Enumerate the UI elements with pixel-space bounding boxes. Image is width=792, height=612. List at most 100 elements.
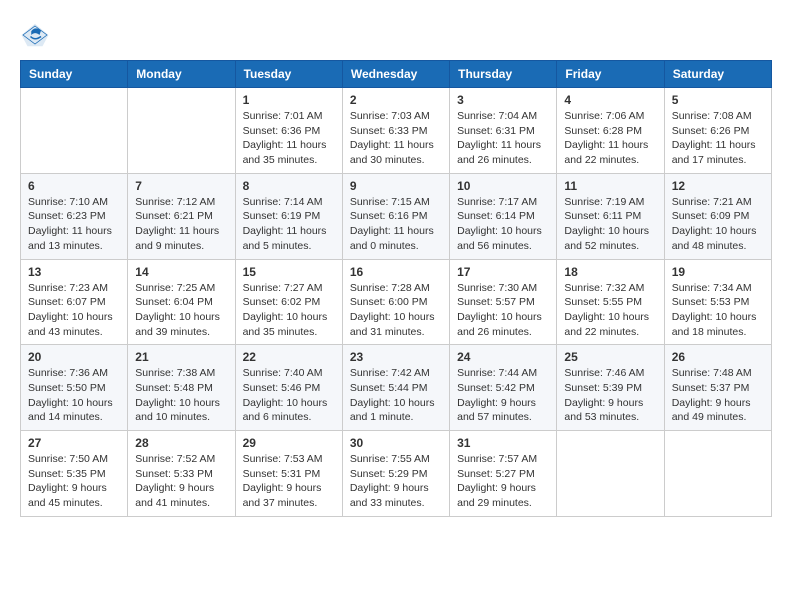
day-number: 28 bbox=[135, 436, 227, 450]
calendar-week-row: 1Sunrise: 7:01 AM Sunset: 6:36 PM Daylig… bbox=[21, 88, 772, 174]
calendar-cell: 18 Sunrise: 7:32 AM Sunset: 5:55 PM Dayli… bbox=[557, 259, 664, 345]
day-info: Sunrise: 7:53 AM Sunset: 5:31 PM Dayligh… bbox=[243, 452, 335, 511]
day-info: Sunrise: 7:36 AM Sunset: 5:50 PM Dayligh… bbox=[28, 366, 120, 425]
calendar-week-row: 6Sunrise: 7:10 AM Sunset: 6:23 PM Daylig… bbox=[21, 173, 772, 259]
day-info: Sunrise: 7:19 AM Sunset: 6:11 PM Dayligh… bbox=[564, 195, 656, 254]
day-number: 27 bbox=[28, 436, 120, 450]
calendar-cell: 26Sunrise: 7:48 AM Sunset: 5:37 PM Dayli… bbox=[664, 345, 771, 431]
day-info: Sunrise: 7:03 AM Sunset: 6:33 PM Dayligh… bbox=[350, 109, 442, 168]
calendar-cell: 9 Sunrise: 7:15 AM Sunset: 6:16 PM Daylig… bbox=[342, 173, 449, 259]
calendar-cell bbox=[557, 431, 664, 517]
calendar-header-sunday: Sunday bbox=[21, 61, 128, 88]
day-number: 25 bbox=[564, 350, 656, 364]
calendar-week-row: 27 Sunrise: 7:50 AM Sunset: 5:35 PM Dayli… bbox=[21, 431, 772, 517]
logo bbox=[20, 20, 54, 50]
day-info: Sunrise: 7:32 AM Sunset: 5:55 PM Dayligh… bbox=[564, 281, 656, 340]
day-info: Sunrise: 7:08 AM Sunset: 6:26 PM Dayligh… bbox=[672, 109, 764, 168]
calendar-cell bbox=[664, 431, 771, 517]
day-number: 10 bbox=[457, 179, 549, 193]
calendar-header-wednesday: Wednesday bbox=[342, 61, 449, 88]
day-number: 19 bbox=[672, 265, 764, 279]
calendar-week-row: 13 Sunrise: 7:23 AM Sunset: 6:07 PM Dayli… bbox=[21, 259, 772, 345]
day-number: 17 bbox=[457, 265, 549, 279]
day-number: 18 bbox=[564, 265, 656, 279]
day-info: Sunrise: 7:30 AM Sunset: 5:57 PM Dayligh… bbox=[457, 281, 549, 340]
calendar-cell: 14 Sunrise: 7:25 AM Sunset: 6:04 PM Dayli… bbox=[128, 259, 235, 345]
logo-icon bbox=[20, 20, 50, 50]
day-number: 12 bbox=[672, 179, 764, 193]
day-number: 29 bbox=[243, 436, 335, 450]
calendar-table: SundayMondayTuesdayWednesdayThursdayFrid… bbox=[20, 60, 772, 517]
calendar-cell: 12 Sunrise: 7:21 AM Sunset: 6:09 PM Dayli… bbox=[664, 173, 771, 259]
calendar-cell: 5 Sunrise: 7:08 AM Sunset: 6:26 PM Daylig… bbox=[664, 88, 771, 174]
day-info: Sunrise: 7:10 AM Sunset: 6:23 PM Dayligh… bbox=[28, 195, 120, 254]
day-info: Sunrise: 7:40 AM Sunset: 5:46 PM Dayligh… bbox=[243, 366, 335, 425]
day-number: 20 bbox=[28, 350, 120, 364]
calendar-header-saturday: Saturday bbox=[664, 61, 771, 88]
day-number: 13 bbox=[28, 265, 120, 279]
calendar-cell: 8 Sunrise: 7:14 AM Sunset: 6:19 PM Daylig… bbox=[235, 173, 342, 259]
day-info: Sunrise: 7:50 AM Sunset: 5:35 PM Dayligh… bbox=[28, 452, 120, 511]
day-number: 8 bbox=[243, 179, 335, 193]
calendar-cell: 11Sunrise: 7:19 AM Sunset: 6:11 PM Dayli… bbox=[557, 173, 664, 259]
day-info: Sunrise: 7:23 AM Sunset: 6:07 PM Dayligh… bbox=[28, 281, 120, 340]
calendar-cell: 27 Sunrise: 7:50 AM Sunset: 5:35 PM Dayli… bbox=[21, 431, 128, 517]
calendar-cell: 24 Sunrise: 7:44 AM Sunset: 5:42 PM Dayli… bbox=[450, 345, 557, 431]
day-info: Sunrise: 7:38 AM Sunset: 5:48 PM Dayligh… bbox=[135, 366, 227, 425]
day-number: 9 bbox=[350, 179, 442, 193]
calendar-cell: 16Sunrise: 7:28 AM Sunset: 6:00 PM Dayli… bbox=[342, 259, 449, 345]
calendar-cell: 7 Sunrise: 7:12 AM Sunset: 6:21 PM Daylig… bbox=[128, 173, 235, 259]
day-number: 4 bbox=[564, 93, 656, 107]
calendar-cell: 3Sunrise: 7:04 AM Sunset: 6:31 PM Daylig… bbox=[450, 88, 557, 174]
day-number: 15 bbox=[243, 265, 335, 279]
calendar-header-thursday: Thursday bbox=[450, 61, 557, 88]
day-info: Sunrise: 7:14 AM Sunset: 6:19 PM Dayligh… bbox=[243, 195, 335, 254]
calendar-week-row: 20 Sunrise: 7:36 AM Sunset: 5:50 PM Dayli… bbox=[21, 345, 772, 431]
day-info: Sunrise: 7:46 AM Sunset: 5:39 PM Dayligh… bbox=[564, 366, 656, 425]
calendar-header-monday: Monday bbox=[128, 61, 235, 88]
day-number: 21 bbox=[135, 350, 227, 364]
calendar-cell: 20 Sunrise: 7:36 AM Sunset: 5:50 PM Dayli… bbox=[21, 345, 128, 431]
calendar-cell: 31Sunrise: 7:57 AM Sunset: 5:27 PM Dayli… bbox=[450, 431, 557, 517]
day-info: Sunrise: 7:27 AM Sunset: 6:02 PM Dayligh… bbox=[243, 281, 335, 340]
calendar-cell: 28 Sunrise: 7:52 AM Sunset: 5:33 PM Dayli… bbox=[128, 431, 235, 517]
day-number: 7 bbox=[135, 179, 227, 193]
day-info: Sunrise: 7:01 AM Sunset: 6:36 PM Dayligh… bbox=[243, 109, 335, 168]
day-number: 5 bbox=[672, 93, 764, 107]
day-info: Sunrise: 7:21 AM Sunset: 6:09 PM Dayligh… bbox=[672, 195, 764, 254]
calendar-cell: 23Sunrise: 7:42 AM Sunset: 5:44 PM Dayli… bbox=[342, 345, 449, 431]
calendar-cell: 1Sunrise: 7:01 AM Sunset: 6:36 PM Daylig… bbox=[235, 88, 342, 174]
calendar-cell: 15 Sunrise: 7:27 AM Sunset: 6:02 PM Dayli… bbox=[235, 259, 342, 345]
day-info: Sunrise: 7:04 AM Sunset: 6:31 PM Dayligh… bbox=[457, 109, 549, 168]
calendar-header-row: SundayMondayTuesdayWednesdayThursdayFrid… bbox=[21, 61, 772, 88]
day-info: Sunrise: 7:12 AM Sunset: 6:21 PM Dayligh… bbox=[135, 195, 227, 254]
day-info: Sunrise: 7:15 AM Sunset: 6:16 PM Dayligh… bbox=[350, 195, 442, 254]
day-info: Sunrise: 7:55 AM Sunset: 5:29 PM Dayligh… bbox=[350, 452, 442, 511]
day-info: Sunrise: 7:06 AM Sunset: 6:28 PM Dayligh… bbox=[564, 109, 656, 168]
day-number: 16 bbox=[350, 265, 442, 279]
day-number: 22 bbox=[243, 350, 335, 364]
day-number: 24 bbox=[457, 350, 549, 364]
calendar-header-tuesday: Tuesday bbox=[235, 61, 342, 88]
day-info: Sunrise: 7:25 AM Sunset: 6:04 PM Dayligh… bbox=[135, 281, 227, 340]
page-header bbox=[20, 20, 772, 50]
calendar-cell: 29 Sunrise: 7:53 AM Sunset: 5:31 PM Dayli… bbox=[235, 431, 342, 517]
calendar-cell bbox=[128, 88, 235, 174]
calendar-cell: 2 Sunrise: 7:03 AM Sunset: 6:33 PM Daylig… bbox=[342, 88, 449, 174]
day-number: 31 bbox=[457, 436, 549, 450]
calendar-cell: 21 Sunrise: 7:38 AM Sunset: 5:48 PM Dayli… bbox=[128, 345, 235, 431]
calendar-cell: 17 Sunrise: 7:30 AM Sunset: 5:57 PM Dayli… bbox=[450, 259, 557, 345]
calendar-header-friday: Friday bbox=[557, 61, 664, 88]
calendar-cell: 4 Sunrise: 7:06 AM Sunset: 6:28 PM Daylig… bbox=[557, 88, 664, 174]
calendar-cell: 19 Sunrise: 7:34 AM Sunset: 5:53 PM Dayli… bbox=[664, 259, 771, 345]
day-number: 14 bbox=[135, 265, 227, 279]
day-info: Sunrise: 7:34 AM Sunset: 5:53 PM Dayligh… bbox=[672, 281, 764, 340]
day-number: 30 bbox=[350, 436, 442, 450]
day-number: 2 bbox=[350, 93, 442, 107]
day-info: Sunrise: 7:44 AM Sunset: 5:42 PM Dayligh… bbox=[457, 366, 549, 425]
calendar-cell: 22 Sunrise: 7:40 AM Sunset: 5:46 PM Dayli… bbox=[235, 345, 342, 431]
calendar-cell: 10Sunrise: 7:17 AM Sunset: 6:14 PM Dayli… bbox=[450, 173, 557, 259]
day-info: Sunrise: 7:52 AM Sunset: 5:33 PM Dayligh… bbox=[135, 452, 227, 511]
calendar-cell bbox=[21, 88, 128, 174]
calendar-cell: 13 Sunrise: 7:23 AM Sunset: 6:07 PM Dayli… bbox=[21, 259, 128, 345]
